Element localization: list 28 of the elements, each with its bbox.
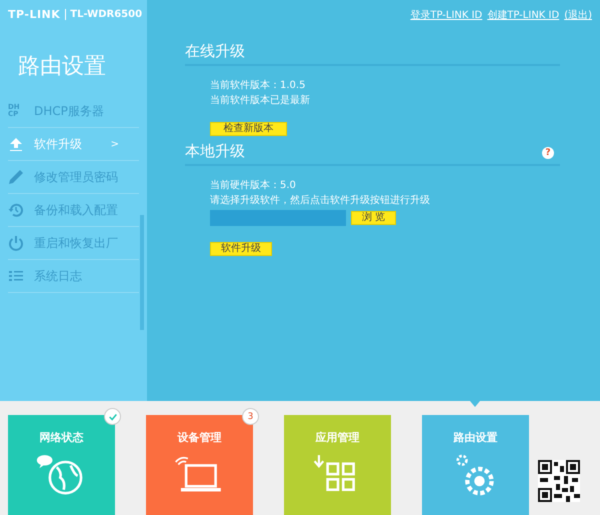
count-badge: 3 [242,408,259,425]
check-badge-icon [104,408,121,425]
header-link[interactable]: (退出) [564,8,592,22]
browse-button[interactable]: 浏 览 [351,211,396,225]
model-name: TL-WDR6500 [65,9,142,20]
list-icon [8,268,24,284]
file-field[interactable] [210,210,346,226]
info-text: 当前软件版本已是最新 [210,94,310,108]
section-title: 本地升级 [185,142,245,161]
nav-tile[interactable]: 路由设置 [422,401,529,515]
sidebar-item[interactable]: 软件升级 > [8,128,139,161]
info-text: 当前软件版本：1.0.5 [210,78,306,93]
power-icon [8,235,24,251]
info-text: 请选择升级软件，然后点击软件升级按钮进行升级 [210,194,430,208]
upload-icon [8,136,24,152]
logo: TP-LINK [8,8,60,21]
upgrade-button[interactable]: 软件升级 [210,242,272,256]
help-icon[interactable]: ? [542,147,554,159]
check-version-button[interactable]: 检查新版本 [210,122,287,136]
info-text: 当前硬件版本：5.0 [210,178,296,193]
sidebar-title: 路由设置 [17,53,107,81]
history-icon [8,202,24,218]
scrollbar[interactable] [140,215,144,330]
header-link[interactable]: 创建TP-LINK ID [487,8,560,22]
section-title: 在线升级 [185,42,245,61]
pencil-icon [8,169,24,185]
header-link[interactable]: 登录TP-LINK ID [410,8,482,22]
qr-code-icon [538,460,580,502]
